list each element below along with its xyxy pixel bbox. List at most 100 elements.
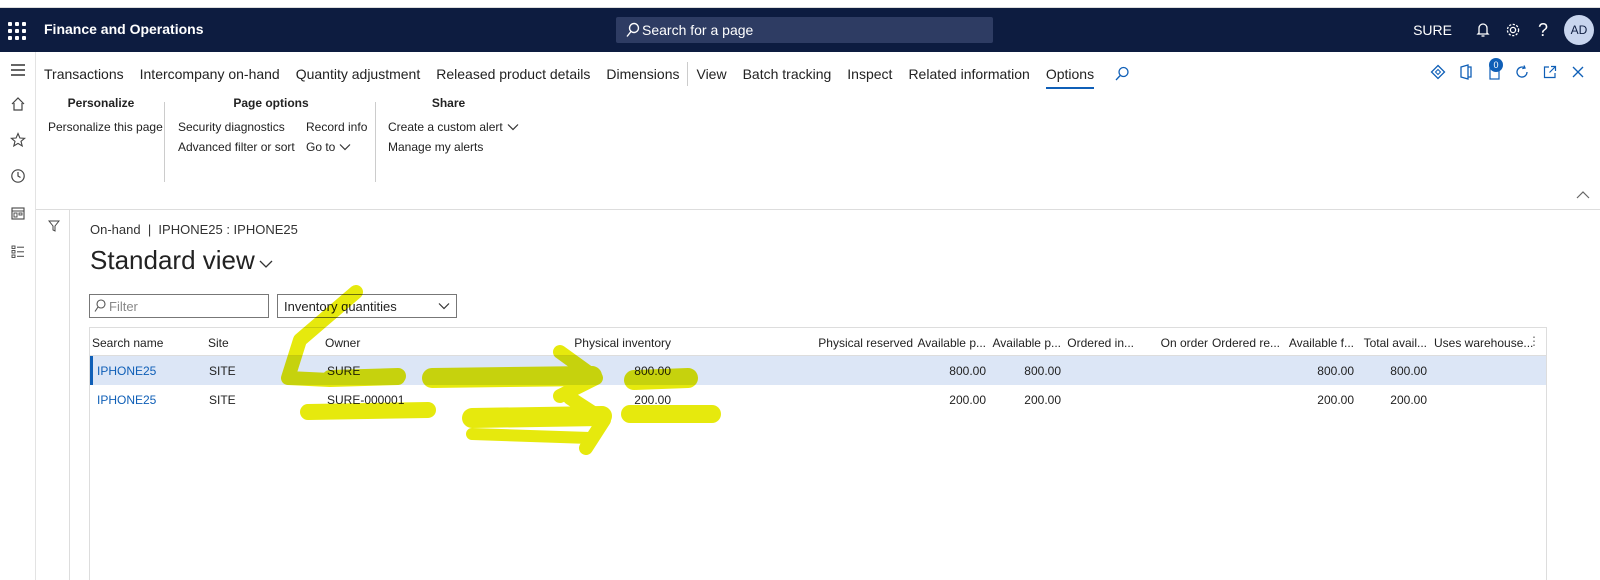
group-divider xyxy=(375,102,376,182)
group-title-page-options: Page options xyxy=(233,96,309,110)
navbar: Finance and Operations Search for a page… xyxy=(0,8,1600,52)
table-row[interactable]: IPHONE25 SITE SURE 800.00 800.00 800.00 … xyxy=(90,356,1546,385)
record-info-button[interactable]: Record info xyxy=(306,120,367,134)
tab-released-product-details[interactable]: Released product details xyxy=(436,66,590,82)
grid-header: Search name Site Owner Physical inventor… xyxy=(90,328,1546,356)
column-header-on-order[interactable]: On order xyxy=(1161,336,1208,350)
action-pane: Transactions Intercompany on-hand Quanti… xyxy=(36,52,1600,210)
advanced-filter-button[interactable]: Advanced filter or sort xyxy=(178,140,295,154)
chevron-down-icon xyxy=(507,124,519,131)
refresh-icon[interactable] xyxy=(1508,60,1536,84)
breadcrumb: On-hand | IPHONE25 : IPHONE25 xyxy=(90,222,298,237)
page-search-text: Search for a page xyxy=(642,22,754,38)
column-header-available-physical[interactable]: Available p... xyxy=(918,336,987,350)
cell-site: SITE xyxy=(209,364,236,378)
manage-alerts-button[interactable]: Manage my alerts xyxy=(388,140,483,154)
collapse-action-pane-icon[interactable] xyxy=(1576,190,1590,200)
navbar-right: SURE ? AD xyxy=(1413,8,1600,52)
tab-intercompany-on-hand[interactable]: Intercompany on-hand xyxy=(140,66,280,82)
hamburger-icon[interactable] xyxy=(6,58,30,82)
column-header-search-name[interactable]: Search name xyxy=(92,336,163,350)
diamond-icon[interactable] xyxy=(1424,60,1452,84)
column-header-available-for-reservation[interactable]: Available f... xyxy=(1289,336,1354,350)
group-page-options: Page options xyxy=(176,96,366,110)
cell-total-available: 800.00 xyxy=(1390,364,1427,378)
search-icon xyxy=(626,22,640,37)
column-header-site[interactable]: Site xyxy=(208,336,229,350)
chevron-down-icon xyxy=(438,303,450,310)
tab-transactions[interactable]: Transactions xyxy=(44,66,124,82)
home-icon[interactable] xyxy=(6,92,30,116)
group-title-personalize: Personalize xyxy=(67,96,135,110)
clock-icon[interactable] xyxy=(6,164,30,188)
company-picker[interactable]: SURE xyxy=(1413,22,1452,38)
cell-physical-inventory: 800.00 xyxy=(634,364,671,378)
column-header-physical-inventory[interactable]: Physical inventory xyxy=(574,336,671,350)
cell-physical-inventory: 200.00 xyxy=(634,393,671,407)
cell-search-name[interactable]: IPHONE25 xyxy=(97,393,156,407)
tab-quantity-adjustment[interactable]: Quantity adjustment xyxy=(296,66,421,82)
column-header-available-physical-2[interactable]: Available p... xyxy=(993,336,1062,350)
filter-funnel-icon[interactable] xyxy=(48,220,60,232)
star-icon[interactable] xyxy=(6,128,30,152)
column-header-owner[interactable]: Owner xyxy=(325,336,360,350)
tab-dimensions[interactable]: Dimensions xyxy=(606,66,679,82)
group-title-share: Share xyxy=(431,96,466,110)
tab-view[interactable]: View xyxy=(696,66,726,82)
group-personalize: Personalize xyxy=(46,96,156,110)
action-search-icon[interactable] xyxy=(1114,66,1130,82)
modules-list-icon[interactable] xyxy=(6,240,30,264)
cell-search-name[interactable]: IPHONE25 xyxy=(97,364,156,378)
on-hand-grid: Search name Site Owner Physical inventor… xyxy=(89,327,1547,580)
security-diagnostics-button[interactable]: Security diagnostics xyxy=(178,120,285,134)
go-to-label: Go to xyxy=(306,140,336,154)
cell-owner: SURE xyxy=(327,364,361,378)
cell-owner: SURE-000001 xyxy=(327,393,405,407)
go-to-menu[interactable]: Go to xyxy=(306,140,351,154)
workspace-icon[interactable] xyxy=(6,202,30,226)
close-icon[interactable] xyxy=(1564,60,1592,84)
cell-available-physical-2: 800.00 xyxy=(1024,364,1061,378)
action-tabs: Transactions Intercompany on-hand Quanti… xyxy=(44,60,1130,89)
create-custom-alert-menu[interactable]: Create a custom alert xyxy=(388,120,519,134)
column-header-total-available[interactable]: Total avail... xyxy=(1364,336,1427,350)
bell-icon[interactable] xyxy=(1468,8,1498,52)
gear-icon[interactable] xyxy=(1498,8,1528,52)
top-strip xyxy=(0,0,1600,8)
office-icon[interactable] xyxy=(1452,60,1480,84)
create-alert-label: Create a custom alert xyxy=(388,120,503,134)
column-header-ordered-in-total[interactable]: Ordered in... xyxy=(1067,336,1134,350)
personalize-page-button[interactable]: Personalize this page xyxy=(48,120,163,134)
help-icon[interactable]: ? xyxy=(1528,8,1558,52)
attachments-icon[interactable]: 0 xyxy=(1480,58,1508,84)
column-options-icon[interactable]: ⋮ xyxy=(1528,334,1540,348)
quantity-view-dropdown[interactable]: Inventory quantities xyxy=(277,294,457,318)
page-search-box[interactable]: Search for a page xyxy=(616,17,993,43)
page-title: Standard view xyxy=(90,245,255,275)
tab-related-information[interactable]: Related information xyxy=(908,66,1029,82)
search-icon xyxy=(94,299,106,312)
open-new-window-icon[interactable] xyxy=(1536,60,1564,84)
column-header-ordered-reserved[interactable]: Ordered re... xyxy=(1212,336,1280,350)
tab-batch-tracking[interactable]: Batch tracking xyxy=(743,66,832,82)
filter-field[interactable] xyxy=(89,294,269,318)
chevron-down-icon xyxy=(339,144,351,151)
column-header-physical-reserved[interactable]: Physical reserved xyxy=(818,336,913,350)
tab-inspect[interactable]: Inspect xyxy=(847,66,892,82)
view-selector[interactable]: Standard view xyxy=(90,245,273,276)
cell-available-physical: 800.00 xyxy=(949,364,986,378)
table-row[interactable]: IPHONE25 SITE SURE-000001 200.00 200.00 … xyxy=(90,385,1546,414)
tab-options[interactable]: Options xyxy=(1045,66,1095,89)
filter-pane-rail xyxy=(36,210,70,580)
navigation-rail xyxy=(0,52,36,580)
attachments-count-badge: 0 xyxy=(1489,58,1503,72)
cell-available-physical-2: 200.00 xyxy=(1024,393,1061,407)
filter-input[interactable] xyxy=(109,298,259,314)
app-launcher-icon[interactable] xyxy=(8,22,26,40)
group-share: Share xyxy=(386,96,511,110)
avatar[interactable]: AD xyxy=(1564,15,1594,45)
cell-site: SITE xyxy=(209,393,236,407)
app-title[interactable]: Finance and Operations xyxy=(44,21,203,37)
column-header-uses-warehouse[interactable]: Uses warehouse... xyxy=(1434,336,1533,350)
cell-total-available: 200.00 xyxy=(1390,393,1427,407)
